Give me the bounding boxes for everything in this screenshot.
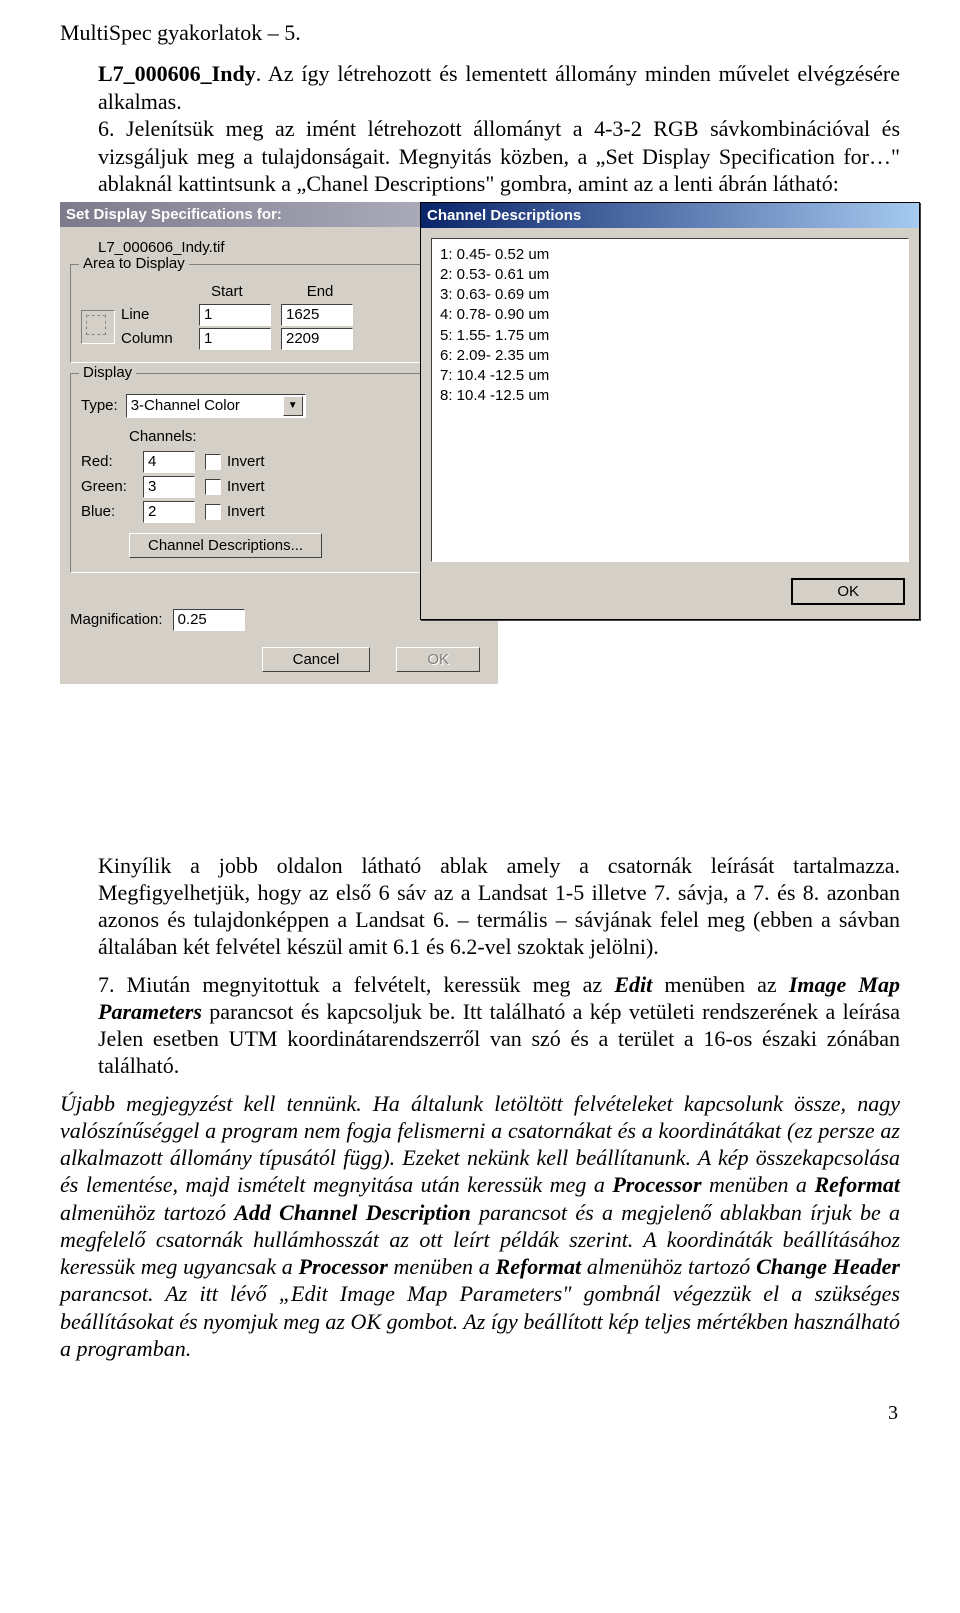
red-invert-label: Invert: [227, 453, 265, 470]
magnification-label: Magnification:: [70, 611, 163, 628]
magnification-input[interactable]: [173, 609, 245, 631]
channel-row: 7: 10.4 -12.5 um: [440, 366, 900, 386]
green-label: Green:: [81, 478, 143, 495]
cancel-button[interactable]: Cancel: [262, 647, 371, 672]
channel-descriptions-button[interactable]: Channel Descriptions...: [129, 533, 322, 558]
type-label: Type:: [81, 397, 118, 414]
green-invert-checkbox[interactable]: [205, 479, 221, 495]
blue-label: Blue:: [81, 503, 143, 520]
blue-input[interactable]: [143, 501, 195, 523]
start-label: Start: [211, 283, 243, 300]
channel-list: 1: 0.45- 0.52 um 2: 0.53- 0.61 um 3: 0.6…: [431, 238, 909, 562]
ok-button-disabled: OK: [396, 647, 480, 672]
channel-row: 3: 0.63- 0.69 um: [440, 285, 900, 305]
line-label: Line: [121, 306, 199, 323]
red-invert-checkbox[interactable]: [205, 454, 221, 470]
body-paragraph-1: Kinyílik a jobb oldalon látható ablak am…: [98, 852, 900, 961]
page-header: MultiSpec gyakorlatok – 5.: [60, 20, 900, 46]
channel-row: 6: 2.09- 2.35 um: [440, 346, 900, 366]
channel-row: 8: 10.4 -12.5 um: [440, 386, 900, 406]
channel-descriptions-dialog: Channel Descriptions 1: 0.45- 0.52 um 2:…: [420, 202, 920, 620]
chevron-down-icon[interactable]: ▼: [283, 396, 303, 416]
dialog-screenshot: Set Display Specifications for: L7_00060…: [60, 202, 900, 842]
col-end-input[interactable]: [281, 328, 353, 350]
type-value: 3-Channel Color: [131, 397, 240, 414]
line-end-input[interactable]: [281, 304, 353, 326]
col-start-input[interactable]: [199, 328, 271, 350]
display-group-title: Display: [79, 364, 136, 381]
channel-descriptions-titlebar: Channel Descriptions: [421, 203, 919, 228]
green-invert-label: Invert: [227, 478, 265, 495]
end-label: End: [307, 283, 334, 300]
cd-ok-button[interactable]: OK: [791, 578, 905, 605]
blue-invert-checkbox[interactable]: [205, 504, 221, 520]
channel-row: 4: 0.78- 0.90 um: [440, 305, 900, 325]
area-group-title: Area to Display: [79, 255, 189, 272]
intro-step6: 6. Jelenítsük meg az imént létrehozott á…: [98, 116, 900, 196]
red-input[interactable]: [143, 451, 195, 473]
channel-row: 1: 0.45- 0.52 um: [440, 245, 900, 265]
body-paragraph-2: 7. Miután megnyitottuk a felvételt, kere…: [98, 971, 900, 1080]
line-start-input[interactable]: [199, 304, 271, 326]
blue-invert-label: Invert: [227, 503, 265, 520]
intro-text: L7_000606_Indy. Az így létrehozott és le…: [98, 60, 900, 198]
green-input[interactable]: [143, 476, 195, 498]
channel-row: 2: 0.53- 0.61 um: [440, 265, 900, 285]
intro-filename: L7_000606_Indy: [98, 61, 256, 86]
type-combobox[interactable]: 3-Channel Color ▼: [126, 394, 306, 418]
red-label: Red:: [81, 453, 143, 470]
area-select-icon[interactable]: [81, 310, 115, 344]
column-label: Column: [121, 330, 199, 347]
page-number: 3: [60, 1402, 898, 1425]
body-paragraph-3: Újabb megjegyzést kell tennünk. Ha által…: [60, 1090, 900, 1363]
channel-row: 5: 1.55- 1.75 um: [440, 326, 900, 346]
